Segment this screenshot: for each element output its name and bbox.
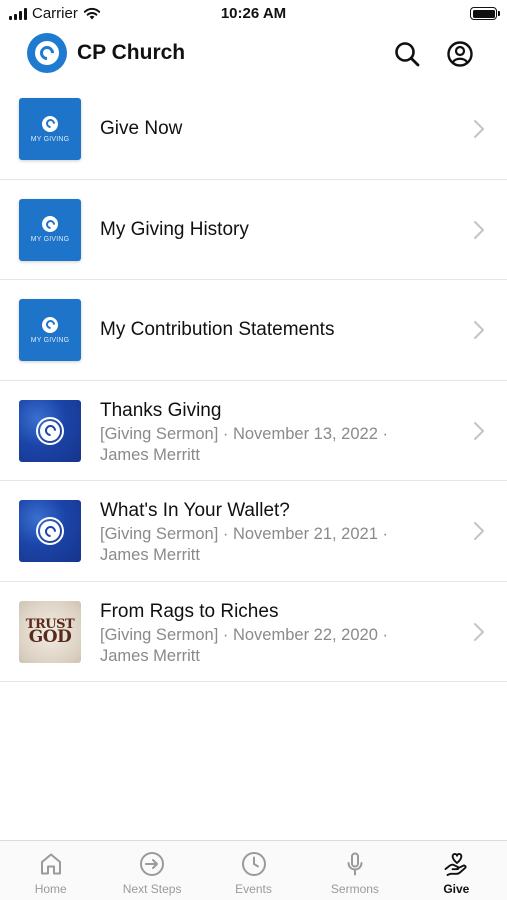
list-item-subtitle: [Giving Sermon] · November 13, 2022 · Ja… [100,424,388,464]
list-item-title: My Contribution Statements [100,319,335,340]
status-time: 10:26 AM [220,5,287,22]
my-giving-thumbnail: MY GIVING [19,299,81,361]
my-giving-thumbnail: MY GIVING [19,98,81,160]
tab-bar: Home Next Steps Events Sermons Give [0,840,507,900]
chevron-right-icon [474,622,484,641]
list-item-title: What's In Your Wallet? [100,500,290,521]
chevron-right-icon [474,220,484,239]
list-item-subtitle: [Giving Sermon] · November 22, 2020 · Ja… [100,625,388,665]
status-bar: Carrier 10:26 AM [0,0,507,28]
sermon-thumbnail [19,500,81,562]
list-item-title: From Rags to Riches [100,600,279,622]
trust-god-thumbnail: TRUST GOD [19,600,81,663]
chevron-right-icon [474,120,484,138]
list-item-giving-history[interactable]: MY GIVING My Giving History [0,180,507,280]
list-item-contribution-statements[interactable]: MY GIVING My Contribution Statements [0,280,507,381]
give-heart-icon [443,851,469,877]
tab-give[interactable]: Give [406,841,507,900]
chevron-right-icon [474,522,484,540]
arrow-circle-icon [139,851,165,877]
list-item-title: Thanks Giving [100,399,222,421]
giving-list: MY GIVING Give Now MY GIVING My Giving H… [0,79,507,682]
list-item-sermon-wallet[interactable]: What's In Your Wallet? [Giving Sermon] ·… [0,481,507,582]
user-circle-icon [447,41,473,67]
sermon-thumbnail [19,399,81,462]
search-button[interactable] [392,39,422,69]
chevron-right-icon [474,421,484,440]
microphone-icon [342,851,368,877]
search-icon [395,42,420,67]
clock-icon [241,851,267,877]
battery-icon [470,7,500,20]
tab-events[interactable]: Events [203,841,304,900]
app-title: CP Church [77,41,186,64]
list-item-title: Give Now [100,118,183,139]
list-item-title: My Giving History [100,218,249,240]
home-icon [38,851,64,877]
tab-sermons[interactable]: Sermons [304,841,405,900]
app-header: CP Church [0,30,507,78]
list-item-sermon-thanks-giving[interactable]: Thanks Giving [Giving Sermon] · November… [0,381,507,481]
list-item-give-now[interactable]: MY GIVING Give Now [0,79,507,180]
chevron-right-icon [474,321,484,339]
list-item-sermon-rags-to-riches[interactable]: TRUST GOD From Rags to Riches [Giving Se… [0,582,507,682]
tab-home[interactable]: Home [0,841,101,900]
church-logo-icon [27,33,67,73]
list-item-subtitle: [Giving Sermon] · November 21, 2021 · Ja… [100,525,388,564]
account-button[interactable] [445,39,475,69]
my-giving-thumbnail: MY GIVING [19,198,81,261]
tab-next-steps[interactable]: Next Steps [101,841,202,900]
